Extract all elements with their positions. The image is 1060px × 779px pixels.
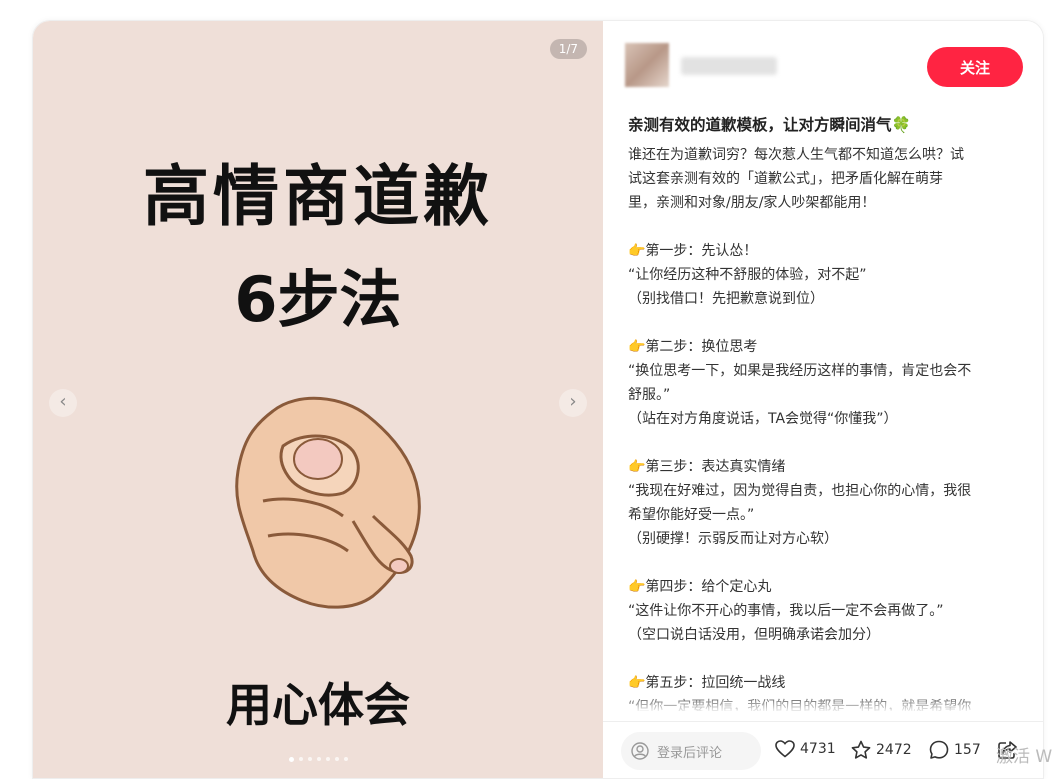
carousel-dot[interactable] [307, 757, 312, 761]
note-card: 1/7 高情商道歉 6步法 ‹ › 用心体会 关注 亲测有效的道歉模板，让对方瞬… [32, 20, 1044, 779]
carousel-dot[interactable] [316, 757, 321, 761]
note-line: （别找借口！先把歉意说到位） [628, 291, 824, 307]
note-detail-panel: 关注 亲测有效的道歉模板，让对方瞬间消气🍀 谁还在为道歉词穷？每次惹人生气都不知… [603, 21, 1043, 778]
engagement-bar: 登录后评论 4731 2472 157 [603, 721, 1043, 778]
note-content: 亲测有效的道歉模板，让对方瞬间消气🍀 谁还在为道歉词穷？每次惹人生气都不知道怎么… [628, 113, 1028, 711]
carousel-dot[interactable] [288, 756, 294, 762]
heart-icon [775, 740, 795, 758]
carousel-dot[interactable] [325, 757, 330, 761]
carousel-dot[interactable] [343, 757, 348, 761]
image-title-line2: 6步法 [234, 263, 402, 336]
next-image-button[interactable]: › [559, 389, 587, 417]
content-fade [603, 693, 1043, 713]
carousel-dot[interactable] [334, 757, 339, 761]
user-icon [631, 742, 649, 760]
note-line: “这件让你不开心的事情，我以后一定不会再做了。” [628, 603, 944, 619]
note-line: 👉第三步：表达真实情绪 [628, 459, 786, 475]
image-title-line1: 高情商道歉 [143, 158, 493, 235]
comment-input[interactable]: 登录后评论 [621, 732, 761, 770]
avatar[interactable] [625, 43, 669, 87]
chevron-left-icon: ‹ [59, 391, 67, 412]
comment-button[interactable]: 157 [929, 740, 981, 760]
follow-button[interactable]: 关注 [927, 47, 1023, 87]
author-name-blurred[interactable] [681, 57, 777, 75]
prev-image-button[interactable]: ‹ [49, 389, 77, 417]
chevron-right-icon: › [569, 391, 577, 412]
like-button[interactable]: 4731 [775, 740, 836, 758]
note-line: 里，亲测和对象/朋友/家人吵架都能用！ [628, 195, 876, 211]
note-line: 👉第五步：拉回统一战线 [628, 675, 786, 691]
note-title: 亲测有效的道歉模板，让对方瞬间消气🍀 [628, 116, 911, 134]
comment-placeholder: 登录后评论 [657, 746, 723, 761]
pointing-hand-illustration [235, 396, 421, 609]
collect-button[interactable]: 2472 [851, 740, 912, 760]
image-footer-text: 用心体会 [226, 678, 410, 732]
note-line: （空口说白话没用，但明确承诺会加分） [628, 627, 880, 643]
windows-activation-watermark: 激活 W [996, 747, 1053, 767]
note-line: 试这套亲测有效的「道歉公式」，把矛盾化解在萌芽 [628, 171, 943, 187]
note-line: 👉第四步：给个定心丸 [628, 579, 772, 595]
note-line: 👉第二步：换位思考 [628, 339, 758, 355]
page-counter: 1/7 [549, 39, 587, 59]
note-line: 谁还在为道歉词穷？每次惹人生气都不知道怎么哄？试 [628, 147, 964, 163]
note-line: “换位思考一下，如果是我经历这样的事情，肯定也会不 [628, 363, 972, 379]
image-carousel[interactable]: 1/7 高情商道歉 6步法 ‹ › 用心体会 [33, 21, 603, 778]
collect-count: 2472 [876, 742, 912, 758]
comment-icon [929, 740, 949, 759]
note-line: （别硬撑！示弱反而让对方心软） [628, 531, 838, 547]
note-body: 谁还在为道歉词穷？每次惹人生气都不知道怎么哄？试 试这套亲测有效的「道歉公式」，把… [628, 143, 1028, 711]
carousel-dots [33, 756, 603, 762]
author-bar: 关注 [625, 43, 1025, 89]
note-line: “让你经历这种不舒服的体验，对不起” [628, 267, 867, 283]
note-line: “我现在好难过，因为觉得自责，也担心你的心情，我很 [628, 483, 972, 499]
star-icon [851, 740, 871, 759]
note-line: 👉第一步：先认怂！ [628, 243, 758, 259]
note-line: （站在对方角度说话，TA会觉得“你懂我”） [628, 411, 898, 427]
like-count: 4731 [800, 741, 836, 757]
note-line: 舒服。” [628, 387, 671, 403]
comment-count: 157 [954, 742, 981, 758]
note-line: 希望你能好受一点。” [628, 507, 755, 523]
carousel-dot[interactable] [298, 757, 303, 761]
